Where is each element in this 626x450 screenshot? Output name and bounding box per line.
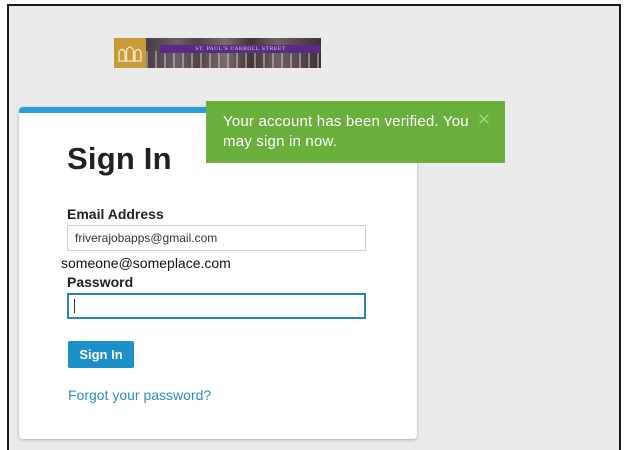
password-field[interactable] (67, 293, 366, 319)
church-interior-image: ST. PAUL'S CARROLL STREET (146, 38, 321, 68)
browser-viewport: ST. PAUL'S CARROLL STREET Sign In Email … (7, 4, 621, 450)
verification-toast: Your account has been verified. You may … (206, 101, 505, 163)
sign-in-button[interactable]: Sign In (68, 341, 134, 368)
forgot-password-link[interactable]: Forgot your password? (68, 387, 211, 403)
email-label: Email Address (67, 206, 164, 222)
close-icon[interactable] (477, 112, 491, 126)
cathedral-logo-icon (114, 38, 146, 68)
page-title: Sign In (67, 141, 172, 176)
banner-caption-strip: ST. PAUL'S CARROLL STREET (160, 45, 321, 53)
email-field[interactable]: friverajobapps@gmail.com (67, 225, 366, 251)
text-caret (74, 299, 75, 313)
email-placeholder-overlay: someone@someplace.com (59, 254, 233, 272)
password-label: Password (67, 274, 134, 290)
header-banner[interactable]: ST. PAUL'S CARROLL STREET (114, 38, 321, 68)
banner-caption: ST. PAUL'S CARROLL STREET (195, 46, 286, 52)
toast-message: Your account has been verified. You may … (223, 113, 469, 150)
